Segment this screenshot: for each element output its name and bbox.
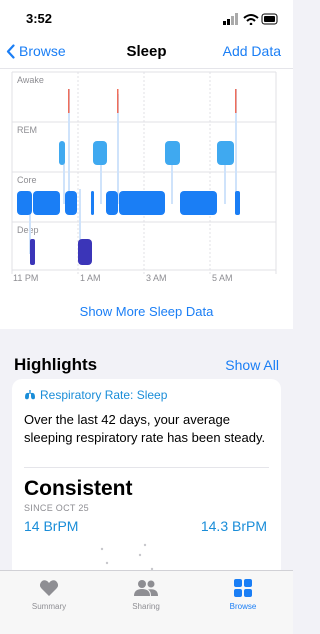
stage-label-core: Core (17, 175, 37, 185)
tab-browse-label: Browse (229, 602, 257, 611)
highlight-category: Respiratory Rate: Sleep (24, 388, 167, 402)
highlight-divider (24, 467, 269, 468)
tab-browse[interactable]: Browse (203, 577, 283, 611)
status-icons (223, 12, 279, 30)
core-segments (17, 191, 240, 215)
highlight-value-right: 14.3 BrPM (200, 518, 267, 534)
highlight-since: SINCE OCT 25 (24, 503, 89, 513)
time-label-3am: 3 AM (146, 273, 167, 283)
time-label-1am: 1 AM (80, 273, 101, 283)
tab-sharing[interactable]: Sharing (106, 577, 186, 611)
tab-bar: Summary Sharing Browse (0, 570, 293, 634)
signal-wifi-battery-icon (223, 13, 278, 26)
highlights-heading: Highlights (14, 355, 98, 374)
time-label-5am: 5 AM (212, 273, 233, 283)
people-icon (134, 580, 158, 596)
highlight-status: Consistent (24, 477, 133, 500)
deep-segments (30, 239, 92, 265)
add-data-button[interactable]: Add Data (223, 43, 281, 59)
show-more-sleep-data-button[interactable]: Show More Sleep Data (0, 304, 293, 319)
respiratory-rate-highlight-card[interactable]: Respiratory Rate: Sleep Over the last 42… (12, 379, 281, 579)
tab-summary-label: Summary (31, 602, 67, 611)
sleep-chart-card: Awake REM Core Deep 11 PM 1 AM 3 AM 5 AM… (0, 69, 293, 329)
status-time: 3:52 (26, 11, 53, 26)
tab-summary[interactable]: Summary (9, 577, 89, 611)
lungs-icon (25, 390, 35, 400)
rem-segments (59, 141, 234, 165)
highlight-value-left: 14 BrPM (24, 518, 79, 534)
tab-sharing-label: Sharing (132, 602, 160, 611)
heart-icon (39, 580, 59, 596)
status-bar: 3:52 (0, 0, 293, 36)
stage-label-awake: Awake (17, 75, 44, 85)
stage-label-rem: REM (17, 125, 37, 135)
chart-hour-lines (77, 72, 211, 274)
sleep-stages-chart[interactable]: Awake REM Core Deep 11 PM 1 AM 3 AM 5 AM (0, 69, 293, 284)
highlight-category-label: Respiratory Rate: Sleep (40, 388, 168, 402)
show-all-button[interactable]: Show All (225, 357, 279, 373)
stage-label-deep: Deep (17, 225, 39, 235)
awake-segments (68, 89, 237, 113)
time-label-11pm: 11 PM (13, 273, 38, 283)
highlight-description: Over the last 42 days, your average slee… (24, 412, 266, 445)
grid-icon (234, 579, 252, 597)
nav-bar: Browse Sleep Add Data (0, 36, 293, 69)
